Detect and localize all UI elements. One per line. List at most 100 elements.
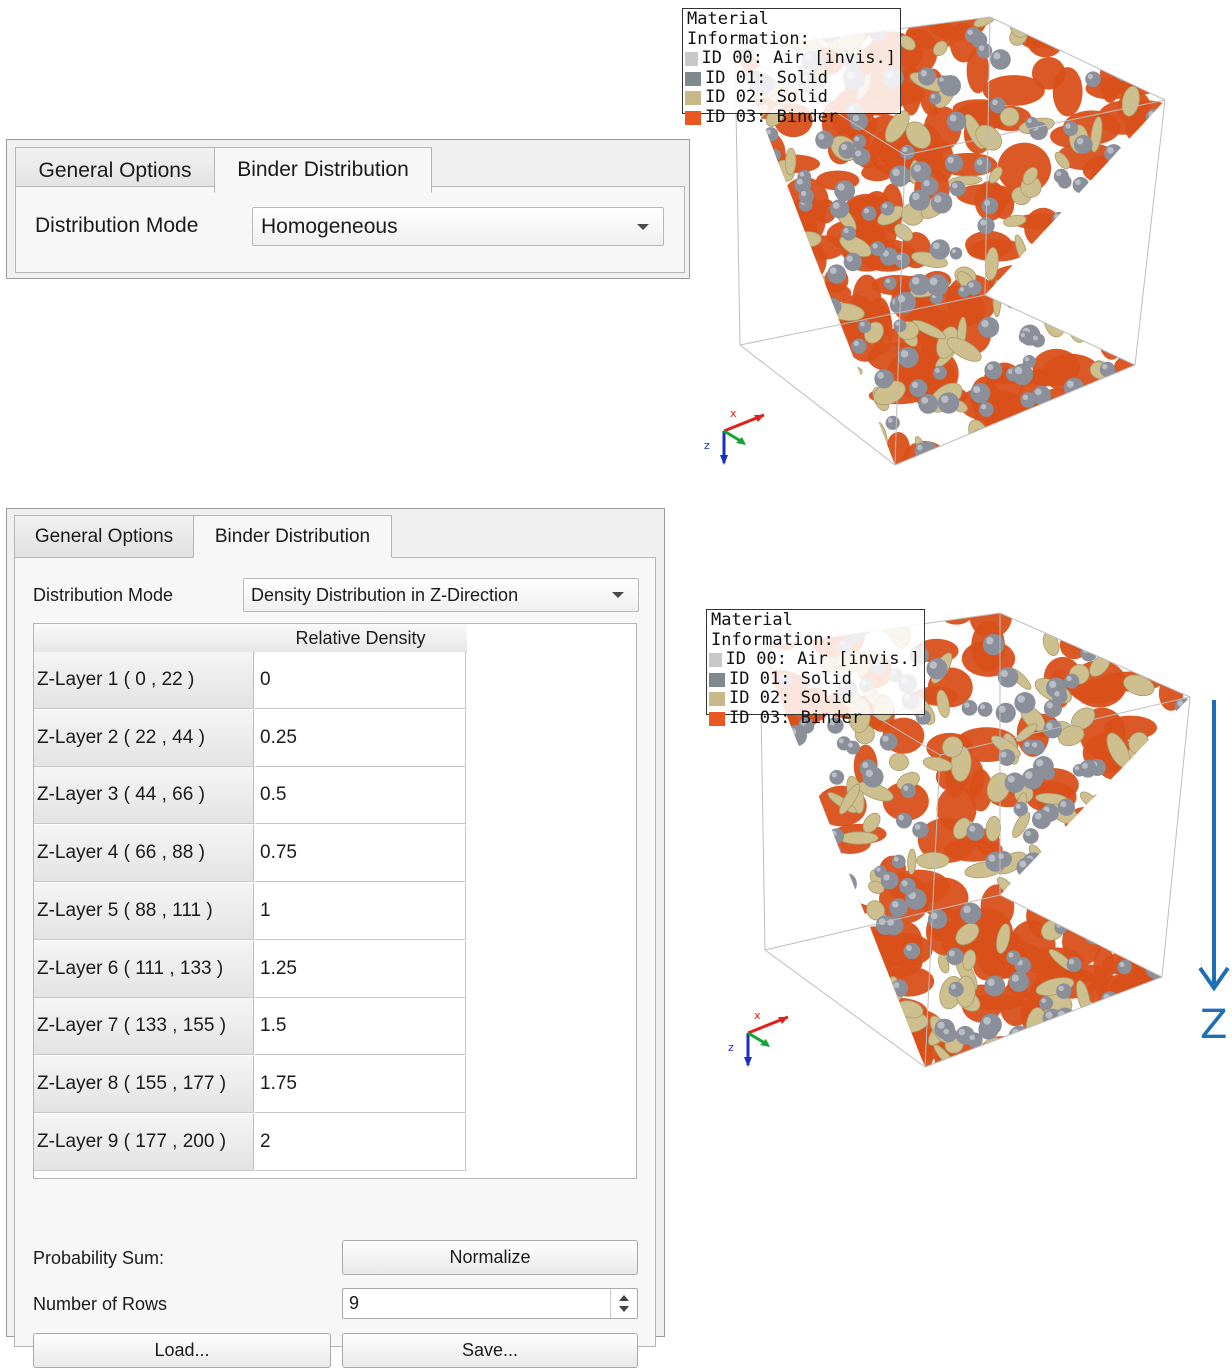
legend-item: ID 00: Air [invis.]	[685, 48, 896, 69]
density-table: Relative Density Z-Layer 1 ( 0 , 22 ) 0 Z-…	[33, 623, 637, 1179]
cube-swatch-icon	[685, 71, 701, 86]
row-header[interactable]: Z-Layer 4 ( 66 , 88 )	[34, 825, 254, 883]
cube-swatch-icon	[709, 672, 725, 687]
axis-triad-icon: x z	[728, 1009, 789, 1067]
button-label: Normalize	[449, 1247, 531, 1267]
axis-triad-icon: x z	[704, 407, 765, 465]
relative-density-cell[interactable]: 2	[255, 1113, 466, 1171]
bottom-3d-view[interactable]: Material Information: ID 00: Air [invis.…	[700, 605, 1232, 1085]
svg-text:z: z	[728, 1041, 734, 1054]
relative-density-cell[interactable]: 1.25	[255, 940, 466, 998]
distribution-mode-select[interactable]: Density Distribution in Z-Direction	[243, 578, 639, 612]
legend-item: ID 03: Binder	[709, 707, 920, 729]
row-header[interactable]: Z-Layer 8 ( 155 , 177 )	[34, 1055, 254, 1113]
save-button[interactable]: Save...	[342, 1333, 638, 1368]
tab-general-options[interactable]: General Options	[14, 515, 194, 558]
row-header[interactable]: Z-Layer 6 ( 111 , 133 )	[34, 940, 254, 998]
distribution-mode-value: Homogeneous	[261, 214, 398, 238]
legend-title: Material Information:	[711, 610, 834, 650]
legend-item-text: ID 00: Air [invis.]	[701, 48, 896, 69]
table-row: Z-Layer 6 ( 111 , 133 ) 1.25	[34, 940, 466, 999]
legend-item: ID 01: Solid	[709, 668, 920, 690]
row-header[interactable]: Z-Layer 2 ( 22 , 44 )	[34, 709, 254, 767]
legend-item-text: ID 02: Solid	[705, 87, 828, 108]
material-legend: Material Information: ID 00: Air [invis.…	[706, 609, 925, 728]
load-button[interactable]: Load...	[33, 1333, 331, 1368]
distribution-mode-label: Distribution Mode	[35, 214, 199, 237]
tab-binder-distribution[interactable]: Binder Distribution	[193, 515, 392, 558]
top-3d-view[interactable]: Material Information: ID 00: Air [invis.…	[680, 5, 1232, 475]
row-header[interactable]: Z-Layer 5 ( 88 , 111 )	[34, 882, 254, 940]
legend-item-text: ID 03: Binder	[729, 707, 863, 728]
relative-density-cell[interactable]: 0.75	[255, 825, 466, 883]
z-axis-label: Z	[1200, 1002, 1228, 1048]
bottom-settings-dialog: General Options Binder Distribution Dist…	[6, 508, 665, 1368]
distribution-mode-value: Density Distribution in Z-Direction	[251, 584, 519, 605]
distribution-mode-label: Distribution Mode	[33, 585, 174, 605]
tab-label: Binder Distribution	[237, 158, 409, 181]
distribution-mode-select[interactable]: Homogeneous	[252, 207, 664, 246]
table-row: Z-Layer 2 ( 22 , 44 ) 0.25	[34, 709, 466, 768]
table-row: Z-Layer 7 ( 133 , 155 ) 1.5	[34, 998, 466, 1056]
table-row: Z-Layer 4 ( 66 , 88 ) 0.75	[34, 825, 466, 883]
table-header-relative-density[interactable]: Relative Density	[34, 624, 467, 653]
spinbox-value: 9	[349, 1293, 360, 1313]
svg-text:x: x	[730, 407, 737, 420]
relative-density-cell[interactable]: 1.75	[255, 1055, 466, 1113]
spin-down-icon[interactable]	[619, 1306, 629, 1312]
legend-item-text: ID 01: Solid	[729, 668, 852, 689]
table-row: Z-Layer 8 ( 155 , 177 ) 1.75	[34, 1055, 466, 1114]
legend-item: ID 02: Solid	[685, 87, 896, 108]
cube-swatch-icon	[685, 91, 701, 106]
top-settings-dialog: General Options Binder Distribution Dist…	[6, 139, 690, 279]
spin-up-icon[interactable]	[619, 1295, 629, 1301]
button-label: Save...	[461, 1340, 519, 1360]
legend-item: ID 01: Solid	[685, 67, 896, 89]
table-row: Z-Layer 3 ( 44 , 66 ) 0.5	[34, 767, 466, 825]
tab-label: Binder Distribution	[214, 525, 371, 547]
relative-density-cell[interactable]: 0.5	[255, 767, 466, 825]
material-legend: Material Information: ID 00: Air [invis.…	[682, 8, 901, 127]
cube-swatch-icon	[685, 51, 698, 66]
dropdown-arrow-icon	[612, 592, 624, 598]
row-header[interactable]: Z-Layer 1 ( 0 , 22 )	[34, 652, 254, 709]
binder-distribution-pane: Distribution Mode Homogeneous	[15, 186, 685, 273]
tab-label: General Options	[34, 526, 174, 547]
row-header[interactable]: Z-Layer 3 ( 44 , 66 )	[34, 767, 254, 825]
legend-item: ID 03: Binder	[685, 106, 896, 128]
svg-text:x: x	[754, 1009, 761, 1022]
table-row: Z-Layer 9 ( 177 , 200 ) 2	[34, 1113, 466, 1172]
cube-swatch-icon	[709, 711, 725, 726]
spin-buttons[interactable]	[610, 1289, 637, 1318]
dropdown-arrow-icon	[637, 223, 649, 230]
legend-title: Material Information:	[687, 9, 810, 49]
relative-density-cell[interactable]: 1	[255, 882, 466, 940]
normalize-button[interactable]: Normalize	[342, 1240, 638, 1275]
table-row: Z-Layer 1 ( 0 , 22 ) 0	[34, 652, 466, 710]
relative-density-cell[interactable]: 0	[255, 652, 466, 709]
binder-distribution-pane: Distribution Mode Density Distribution i…	[14, 557, 656, 1368]
row-header[interactable]: Z-Layer 7 ( 133 , 155 )	[34, 998, 254, 1056]
legend-item-text: ID 00: Air [invis.]	[725, 649, 920, 670]
number-of-rows-spinbox[interactable]: 9	[342, 1288, 638, 1319]
column-header-label: Relative Density	[295, 627, 426, 648]
row-header[interactable]: Z-Layer 9 ( 177 , 200 )	[34, 1113, 254, 1171]
legend-item-text: ID 01: Solid	[705, 67, 828, 88]
button-label: Load...	[154, 1340, 210, 1360]
legend-item: ID 02: Solid	[709, 688, 920, 709]
relative-density-cell[interactable]: 0.25	[255, 709, 466, 767]
relative-density-cell[interactable]: 1.5	[255, 998, 466, 1056]
tab-label: General Options	[38, 158, 192, 182]
tab-binder-distribution[interactable]: Binder Distribution	[214, 147, 432, 193]
table-row: Z-Layer 5 ( 88 , 111 ) 1	[34, 882, 466, 941]
legend-item: ID 00: Air [invis.]	[709, 649, 920, 670]
z-direction-arrow-icon	[1198, 700, 1230, 992]
cube-swatch-icon	[709, 652, 722, 667]
number-of-rows-label: Number of Rows	[33, 1294, 168, 1314]
legend-item-text: ID 02: Solid	[729, 688, 852, 709]
cube-swatch-icon	[709, 692, 725, 707]
probability-sum-label: Probability Sum:	[33, 1248, 165, 1268]
svg-text:z: z	[704, 439, 710, 452]
legend-item-text: ID 03: Binder	[705, 106, 839, 127]
cube-swatch-icon	[685, 110, 701, 125]
